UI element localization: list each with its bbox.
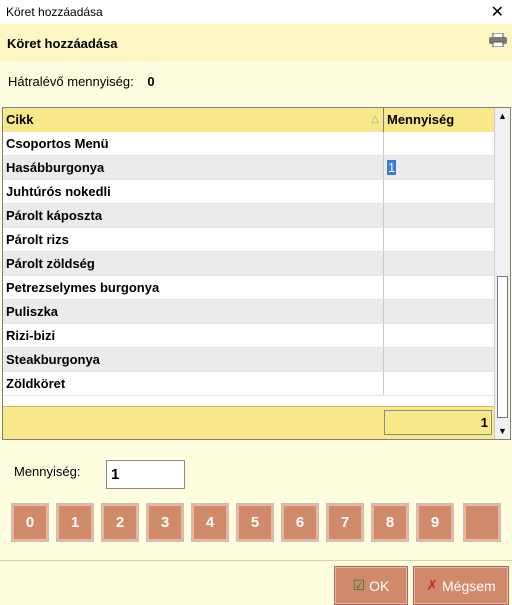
table-row[interactable]: Párolt rizs bbox=[3, 228, 494, 252]
quantity-cell[interactable] bbox=[384, 276, 494, 299]
item-cell: Párolt rizs bbox=[3, 228, 384, 251]
remaining-value: 0 bbox=[147, 74, 155, 89]
numpad-key-0[interactable]: 0 bbox=[11, 503, 49, 542]
quantity-total: 1 bbox=[384, 410, 492, 435]
numpad-key-2[interactable]: 2 bbox=[101, 503, 139, 542]
sort-ascending-icon: △ bbox=[371, 114, 379, 125]
item-cell: Petrezselymes burgonya bbox=[3, 276, 384, 299]
close-icon[interactable]: ✕ bbox=[491, 2, 504, 21]
item-cell: Juhtúrós nokedli bbox=[3, 180, 384, 203]
numpad-key-4[interactable]: 4 bbox=[191, 503, 229, 542]
table-row[interactable]: Juhtúrós nokedli bbox=[3, 180, 494, 204]
quantity-cell[interactable] bbox=[384, 372, 494, 395]
quantity-cell[interactable] bbox=[384, 132, 494, 155]
column-header-item-label: Cikk bbox=[6, 112, 34, 127]
column-header-item[interactable]: Cikk △ bbox=[3, 108, 384, 132]
table-row[interactable]: Steakburgonya bbox=[3, 348, 494, 372]
table-row[interactable]: Csoportos Menü bbox=[3, 132, 494, 156]
grid-rows: Csoportos Menü Hasábburgonya 1 Juhtúrós n… bbox=[3, 132, 494, 396]
numpad-key-6[interactable]: 6 bbox=[281, 503, 319, 542]
numpad-key-1[interactable]: 1 bbox=[56, 503, 94, 542]
ok-button[interactable]: ☑ OK bbox=[334, 566, 408, 605]
table-row[interactable]: Zöldköret bbox=[3, 372, 494, 396]
checkmark-icon: ☑ bbox=[352, 577, 366, 594]
quantity-cell[interactable] bbox=[384, 300, 494, 323]
item-cell: Párolt káposzta bbox=[3, 204, 384, 227]
quantity-cell[interactable] bbox=[384, 204, 494, 227]
scroll-down-icon[interactable]: ▼ bbox=[495, 423, 510, 439]
x-icon: ✗ bbox=[426, 577, 439, 594]
numpad-key-backspace[interactable] bbox=[463, 503, 501, 542]
table-row[interactable]: Párolt zöldség bbox=[3, 252, 494, 276]
remaining-quantity: Hátralévő mennyiség: 0 bbox=[8, 74, 155, 89]
quantity-cell[interactable] bbox=[384, 228, 494, 251]
ok-button-label: OK bbox=[369, 577, 390, 594]
quantity-cell-selected-value[interactable]: 1 bbox=[387, 160, 397, 175]
quantity-cell[interactable]: 1 bbox=[384, 156, 494, 179]
item-cell: Puliszka bbox=[3, 300, 384, 323]
scroll-up-icon[interactable]: ▲ bbox=[495, 108, 510, 124]
quantity-field[interactable]: 1 bbox=[106, 460, 185, 489]
table-row[interactable]: Hasábburgonya 1 bbox=[3, 156, 494, 180]
quantity-cell[interactable] bbox=[384, 324, 494, 347]
cancel-button[interactable]: ✗ Mégsem bbox=[413, 566, 509, 605]
scrollbar-thumb[interactable] bbox=[497, 276, 508, 418]
table-row[interactable]: Puliszka bbox=[3, 300, 494, 324]
numpad-key-3[interactable]: 3 bbox=[146, 503, 184, 542]
table-row[interactable]: Petrezselymes burgonya bbox=[3, 276, 494, 300]
item-cell: Párolt zöldség bbox=[3, 252, 384, 275]
item-cell: Rizi-bizi bbox=[3, 324, 384, 347]
item-cell: Zöldköret bbox=[3, 372, 384, 395]
numpad-key-9[interactable]: 9 bbox=[416, 503, 454, 542]
table-row[interactable]: Rizi-bizi bbox=[3, 324, 494, 348]
dialog-title: Köret hozzáadása bbox=[7, 35, 118, 51]
quantity-cell[interactable] bbox=[384, 252, 494, 275]
item-cell: Steakburgonya bbox=[3, 348, 384, 371]
window-title: Köret hozzáadása bbox=[6, 5, 103, 19]
column-header-quantity[interactable]: Mennyiség bbox=[384, 108, 494, 132]
title-bar: Köret hozzáadása ✕ bbox=[0, 0, 512, 24]
cancel-button-label: Mégsem bbox=[442, 577, 496, 594]
numpad-key-7[interactable]: 7 bbox=[326, 503, 364, 542]
numpad-key-8[interactable]: 8 bbox=[371, 503, 409, 542]
vertical-scrollbar[interactable]: ▲ ▼ bbox=[494, 108, 510, 439]
grid-header: Cikk △ Mennyiség bbox=[3, 108, 494, 132]
side-dish-grid: Cikk △ Mennyiség Csoportos Menü Hasábbur… bbox=[2, 107, 511, 440]
dialog-header: Köret hozzáadása bbox=[0, 24, 512, 62]
quantity-label: Mennyiség: bbox=[14, 464, 81, 479]
printer-icon[interactable] bbox=[489, 33, 507, 47]
remaining-label: Hátralévő mennyiség: bbox=[8, 74, 134, 89]
footer-divider bbox=[0, 560, 512, 561]
numpad-key-5[interactable]: 5 bbox=[236, 503, 274, 542]
item-cell: Csoportos Menü bbox=[3, 132, 384, 155]
item-cell: Hasábburgonya bbox=[3, 156, 384, 179]
quantity-cell[interactable] bbox=[384, 348, 494, 371]
quantity-cell[interactable] bbox=[384, 180, 494, 203]
table-row[interactable]: Párolt káposzta bbox=[3, 204, 494, 228]
grid-footer: 1 bbox=[3, 406, 494, 439]
